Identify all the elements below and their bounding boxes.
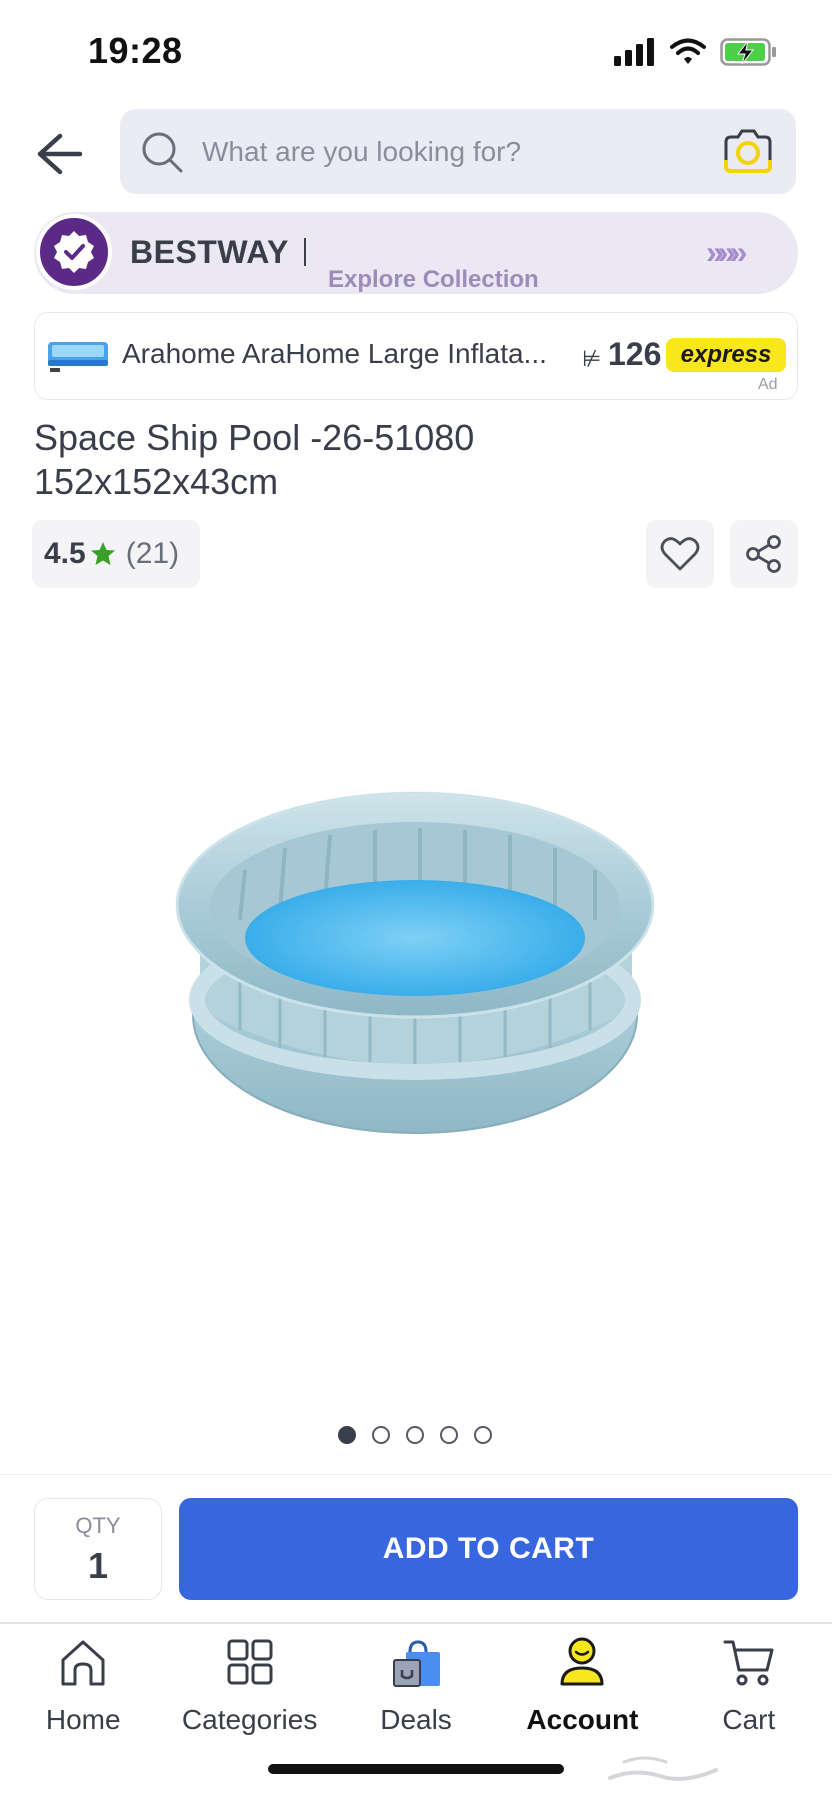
nav-item-home[interactable]: Home: [0, 1624, 166, 1744]
qty-label: QTY: [75, 1513, 121, 1538]
status-icons: [614, 38, 778, 66]
ad-label: Ad: [758, 376, 778, 393]
carousel-dot[interactable]: [338, 1426, 356, 1444]
express-badge: express: [666, 338, 786, 372]
nav-item-categories[interactable]: Categories: [166, 1624, 332, 1744]
nav-label-cart: Cart: [722, 1704, 776, 1735]
product-image[interactable]: [170, 790, 660, 1140]
quantity-selector[interactable]: QTY 1: [34, 1498, 162, 1600]
product-title-line1: Space Ship Pool -26-51080: [34, 417, 475, 458]
categories-icon: [227, 1639, 273, 1685]
heart-icon: [660, 537, 700, 571]
back-button[interactable]: [30, 124, 90, 184]
chevrons-right-icon: »»»: [706, 234, 747, 270]
home-indicator: [268, 1764, 564, 1774]
wishlist-button[interactable]: [646, 520, 714, 588]
carousel-dot[interactable]: [372, 1426, 390, 1444]
brand-name: BESTWAY: [130, 234, 289, 270]
watermark-logo: [608, 1756, 718, 1781]
search-icon: [142, 132, 183, 172]
battery-charging-icon: [720, 38, 776, 66]
signal-icon: [614, 38, 654, 66]
nav-item-deals[interactable]: Deals: [333, 1624, 499, 1744]
search-input[interactable]: What are you looking for?: [202, 136, 722, 168]
deals-bag-icon: [393, 1640, 441, 1687]
status-time: 19:28: [88, 30, 183, 71]
nav-label-categories: Categories: [181, 1704, 318, 1735]
carousel-dot[interactable]: [406, 1426, 424, 1444]
brand-divider: [304, 238, 306, 266]
ad-price: 126: [608, 336, 662, 372]
explore-collection-link[interactable]: Explore Collection: [328, 266, 539, 294]
product-title-line2: 152x152x43cm: [34, 461, 279, 502]
home-icon: [61, 1640, 105, 1686]
cart-icon: [723, 1640, 774, 1686]
share-button[interactable]: [730, 520, 798, 588]
bottom-nav: Home Categories Deals Account Cart: [0, 1624, 832, 1744]
ad-product-thumbnail: [48, 342, 108, 372]
wifi-icon: [670, 38, 706, 64]
search-bar[interactable]: What are you looking for?: [120, 109, 796, 194]
ad-title: Arahome AraHome Large Inflata...: [122, 338, 547, 369]
carousel-dot[interactable]: [474, 1426, 492, 1444]
currency-symbol: ⊭: [582, 346, 602, 371]
back-arrow-icon: [37, 133, 83, 175]
nav-item-cart[interactable]: Cart: [666, 1624, 832, 1744]
verified-badge-icon: [54, 231, 94, 273]
image-carousel-dots[interactable]: [338, 1426, 492, 1444]
product-title: Space Ship Pool -26-51080 152x152x43cm: [34, 416, 734, 504]
share-icon: [746, 535, 781, 573]
rating-count: (21): [125, 537, 180, 570]
carousel-dot[interactable]: [440, 1426, 458, 1444]
add-to-cart-button[interactable]: ADD TO CART: [179, 1498, 798, 1600]
star-icon: [90, 542, 115, 565]
nav-label-home: Home: [45, 1704, 121, 1735]
nav-item-account[interactable]: Account: [499, 1624, 665, 1744]
brand-verified-logo: [36, 214, 112, 290]
camera-search-icon[interactable]: [722, 126, 774, 178]
rating-value: 4.5: [44, 537, 86, 570]
divider: [0, 1474, 832, 1475]
nav-label-deals: Deals: [380, 1704, 452, 1735]
rating-summary[interactable]: 4.5 (21): [32, 520, 200, 588]
nav-label-account: Account: [526, 1704, 639, 1735]
account-icon: [560, 1637, 604, 1686]
qty-value: 1: [87, 1545, 109, 1586]
